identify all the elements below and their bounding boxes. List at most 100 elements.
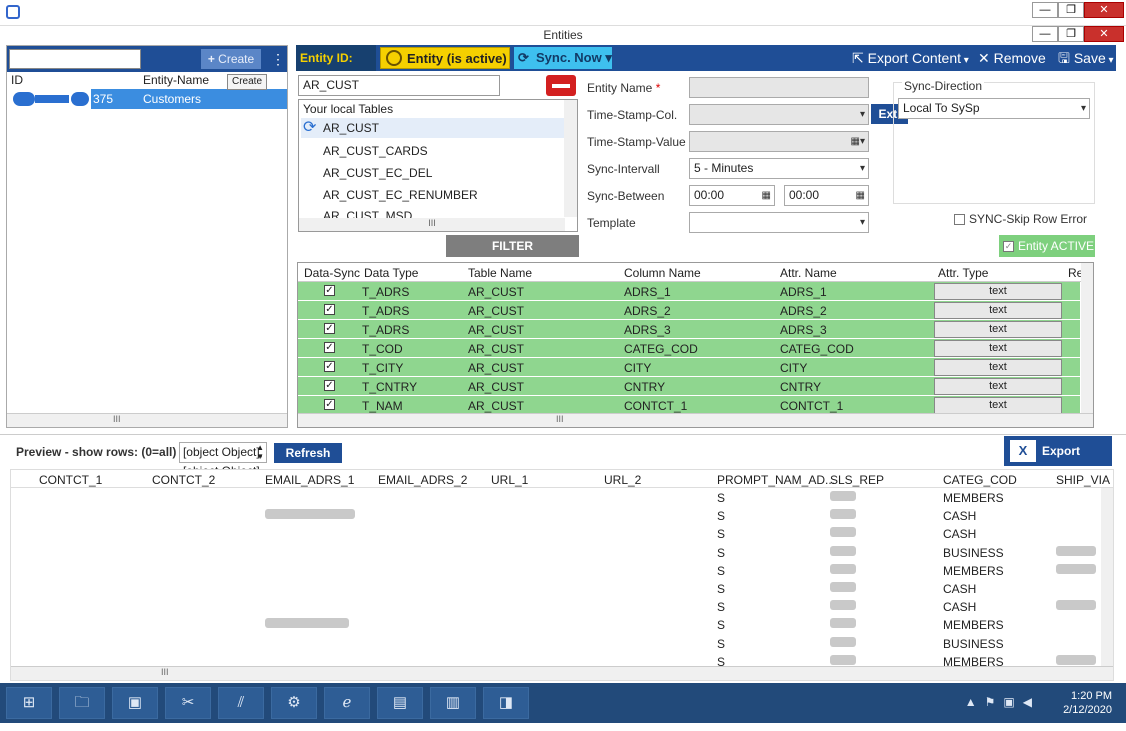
- attr-type-button[interactable]: text: [934, 283, 1062, 300]
- preview-row[interactable]: S CASH: [11, 598, 1101, 616]
- col-data-type[interactable]: Data Type: [364, 266, 418, 280]
- eraser-icon[interactable]: ◨: [483, 687, 529, 719]
- more-menu-icon[interactable]: ⋮: [271, 49, 285, 69]
- data-sync-checkbox[interactable]: ✓: [324, 342, 335, 353]
- table-item[interactable]: ⟳ AR_CUST: [301, 118, 565, 138]
- attribute-row[interactable]: ✓ T_ADRS AR_CUST ADRS_2 ADRS_2 text: [298, 301, 1080, 320]
- attribute-row[interactable]: ✓ T_ADRS AR_CUST ADRS_3 ADRS_3 text: [298, 320, 1080, 339]
- skip-row-error-checkbox[interactable]: SYNC-Skip Row Error: [954, 212, 1087, 226]
- preview-row[interactable]: S MEMBERS: [11, 489, 1101, 507]
- col-entity-name-header[interactable]: Entity-Name: [143, 73, 209, 87]
- sync-app-icon[interactable]: ⚙: [271, 687, 317, 719]
- tables-hscrollbar[interactable]: III: [299, 218, 565, 231]
- server-icon[interactable]: ▥: [430, 687, 476, 719]
- windows-icon[interactable]: ⊞: [6, 687, 52, 719]
- attribute-grid-hscrollbar[interactable]: III: [298, 413, 1093, 427]
- col-email-adrs-1[interactable]: EMAIL_ADRS_1: [265, 473, 354, 487]
- inner-close-button[interactable]: ✕: [1084, 26, 1124, 42]
- col-sls-rep[interactable]: SLS_REP: [830, 473, 884, 487]
- entity-name-input[interactable]: [689, 77, 869, 98]
- col-data-sync[interactable]: Data-Sync: [304, 266, 360, 280]
- remove-button[interactable]: ✕ Remove: [978, 45, 1046, 71]
- excel-icon[interactable]: ▣: [112, 687, 158, 719]
- table-item[interactable]: AR_CUST_EC_DEL: [323, 166, 432, 180]
- preview-row[interactable]: S MEMBERS: [11, 616, 1101, 634]
- table-item[interactable]: AR_CUST_CARDS: [323, 144, 428, 158]
- attribute-row[interactable]: ✓ T_CNTRY AR_CUST CNTRY CNTRY text: [298, 377, 1080, 396]
- sync-interval-select[interactable]: 5 - Minutes ▾: [689, 158, 869, 179]
- grid-icon[interactable]: ⫽: [218, 687, 264, 719]
- col-ship-via[interactable]: SHIP_VIA: [1056, 473, 1110, 487]
- col-column-name[interactable]: Column Name: [624, 266, 701, 280]
- sync-between-to-input[interactable]: 00:00 ▦: [784, 185, 869, 206]
- stepper-arrows-icon[interactable]: ▲ ▼: [256, 443, 264, 461]
- attr-type-button[interactable]: text: [934, 302, 1062, 319]
- col-categ-cod[interactable]: CATEG_COD: [943, 473, 1017, 487]
- export-content-button[interactable]: ⇱ Export Content ▾: [852, 45, 969, 71]
- entity-search-input[interactable]: [9, 49, 141, 69]
- data-sync-checkbox[interactable]: ✓: [324, 361, 335, 372]
- data-sync-checkbox[interactable]: ✓: [324, 304, 335, 315]
- preview-row[interactable]: S CASH: [11, 525, 1101, 543]
- remove-table-button[interactable]: [546, 75, 576, 96]
- table-item[interactable]: AR_CUST_EC_RENUMBER: [323, 188, 478, 202]
- timestamp-value-picker[interactable]: ▦▾: [689, 131, 869, 152]
- sync-direction-select[interactable]: Local To SySp ▾: [898, 98, 1090, 119]
- entity-list-hscrollbar[interactable]: III: [7, 413, 287, 427]
- attr-type-button[interactable]: text: [934, 340, 1062, 357]
- data-sync-checkbox[interactable]: ✓: [324, 380, 335, 391]
- ie-icon[interactable]: ℯ: [324, 687, 370, 719]
- export-excel-button[interactable]: XExport Excel: [1004, 436, 1112, 488]
- template-select[interactable]: ▾: [689, 212, 869, 233]
- sync-between-from-input[interactable]: 00:00 ▦: [689, 185, 775, 206]
- table-search-input[interactable]: AR_CUST: [298, 75, 500, 96]
- refresh-button[interactable]: Refresh: [274, 443, 342, 463]
- col-prompt-nam-adrs[interactable]: PROMPT_NAM_AD...: [717, 473, 835, 487]
- tools-icon[interactable]: ✂: [165, 687, 211, 719]
- timestamp-col-select[interactable]: ▾: [689, 104, 869, 125]
- preview-grid-vscrollbar[interactable]: [1101, 488, 1113, 668]
- outer-close-button[interactable]: ✕: [1084, 2, 1124, 18]
- attribute-row[interactable]: ✓ T_COD AR_CUST CATEG_COD CATEG_COD text: [298, 339, 1080, 358]
- filter-button[interactable]: FILTER: [446, 235, 579, 257]
- preview-row[interactable]: S BUSINESS: [11, 544, 1101, 562]
- data-sync-checkbox[interactable]: ✓: [324, 285, 335, 296]
- col-contct-2[interactable]: CONTCT_2: [152, 473, 215, 487]
- data-sync-checkbox[interactable]: ✓: [324, 399, 335, 410]
- col-url-1[interactable]: URL_1: [491, 473, 528, 487]
- col-email-adrs-2[interactable]: EMAIL_ADRS_2: [378, 473, 467, 487]
- preview-row[interactable]: S CASH: [11, 580, 1101, 598]
- system-tray[interactable]: ▲⚑▣◀: [965, 695, 1040, 709]
- attr-type-button[interactable]: text: [934, 378, 1062, 395]
- col-attr-type[interactable]: Attr. Type: [938, 266, 988, 280]
- preview-row[interactable]: S MEMBERS: [11, 562, 1101, 580]
- attr-type-button[interactable]: text: [934, 397, 1062, 414]
- remote-icon[interactable]: ▤: [377, 687, 423, 719]
- preview-rows-stepper[interactable]: [object Object],[object Object],[object …: [179, 442, 267, 630]
- inner-minimize-button[interactable]: —: [1032, 26, 1058, 42]
- create-entity-button[interactable]: + Create: [201, 49, 261, 69]
- outer-restore-button[interactable]: ❐: [1058, 2, 1084, 18]
- entity-row[interactable]: 375 Customers: [7, 89, 287, 109]
- save-button[interactable]: 🖫 Save ▾: [1058, 45, 1114, 71]
- col-id-header[interactable]: ID: [11, 73, 23, 87]
- preview-grid-hscrollbar[interactable]: III: [11, 666, 1113, 680]
- col-url-2[interactable]: URL_2: [604, 473, 641, 487]
- attr-type-button[interactable]: text: [934, 359, 1062, 376]
- inner-restore-button[interactable]: ❐: [1058, 26, 1084, 42]
- preview-row[interactable]: S CASH: [11, 507, 1101, 525]
- attribute-row[interactable]: ✓ T_CITY AR_CUST CITY CITY text: [298, 358, 1080, 377]
- folder-icon[interactable]: 🗀: [59, 687, 105, 719]
- entity-status-button[interactable]: Entity (is active): [380, 47, 510, 69]
- outer-minimize-button[interactable]: —: [1032, 2, 1058, 18]
- data-sync-checkbox[interactable]: ✓: [324, 323, 335, 334]
- tables-vscrollbar[interactable]: [564, 100, 577, 217]
- attribute-row[interactable]: ✓ T_ADRS AR_CUST ADRS_1 ADRS_1 text: [298, 282, 1080, 301]
- col-table-name[interactable]: Table Name: [468, 266, 532, 280]
- col-contct-1[interactable]: CONTCT_1: [39, 473, 102, 487]
- entity-active-checkbox[interactable]: ✓ Entity ACTIVE: [999, 235, 1095, 257]
- sync-now-button[interactable]: ⟳ Sync. Now ▾: [514, 47, 612, 69]
- preview-row[interactable]: S BUSINESS: [11, 635, 1101, 653]
- col-attr-name[interactable]: Attr. Name: [780, 266, 837, 280]
- attribute-grid-vscrollbar[interactable]: [1081, 263, 1093, 413]
